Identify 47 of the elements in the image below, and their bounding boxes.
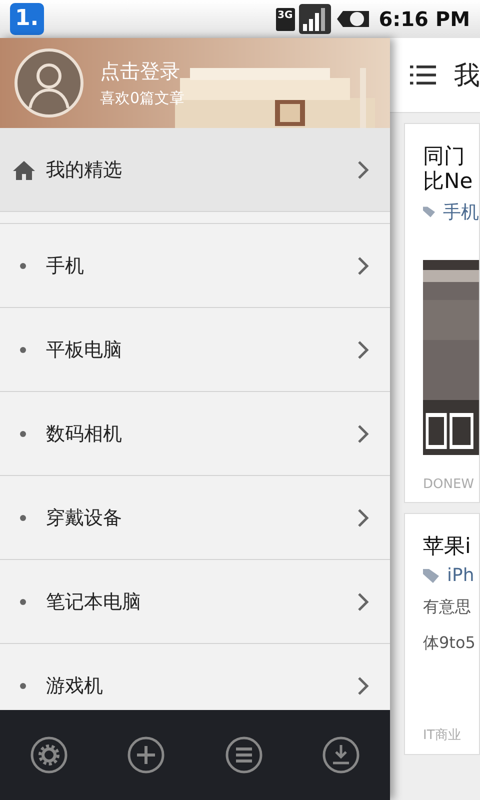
settings-button[interactable] bbox=[28, 735, 69, 775]
likes-count: 喜欢0篇文章 bbox=[100, 89, 185, 108]
excerpt-text: 体9to5 bbox=[423, 632, 476, 654]
app-badge: 1. bbox=[10, 3, 44, 35]
bullet-icon bbox=[20, 262, 26, 268]
excerpt-text: 有意思 bbox=[423, 596, 472, 618]
menu-icon[interactable] bbox=[410, 63, 436, 87]
category-item[interactable]: 穿戴设备 bbox=[0, 476, 390, 560]
bullet-icon bbox=[20, 682, 26, 688]
chevron-icon bbox=[356, 340, 370, 360]
bullet-icon bbox=[20, 598, 26, 604]
chevron-icon bbox=[356, 424, 370, 444]
chevron-icon bbox=[356, 592, 370, 612]
article-card[interactable]: 同门 比Ne 手机 DONEW bbox=[404, 123, 480, 503]
signal-icon bbox=[298, 4, 331, 34]
article-card[interactable]: 苹果i iPh 有意思 体9to5 IT商业 bbox=[404, 513, 480, 755]
category-item[interactable]: 笔记本电脑 bbox=[0, 560, 390, 644]
page-title: 我 bbox=[454, 60, 480, 92]
chevron-icon bbox=[356, 676, 370, 696]
article-title: 比Ne bbox=[423, 169, 473, 193]
home-icon bbox=[12, 160, 36, 180]
bullet-icon bbox=[20, 514, 26, 520]
clock: 6:16 PM bbox=[378, 7, 470, 31]
category-item[interactable]: 手机 bbox=[0, 224, 390, 308]
category-item[interactable]: 游戏机 bbox=[0, 644, 390, 710]
article-source: DONEW bbox=[423, 477, 476, 492]
battery-unknown-icon bbox=[336, 8, 371, 30]
article-title: 同门 bbox=[423, 144, 465, 168]
bullet-icon bbox=[20, 430, 26, 436]
add-button[interactable] bbox=[126, 735, 166, 775]
category-item[interactable]: 数码相机 bbox=[0, 392, 390, 476]
category-item[interactable]: 平板电脑 bbox=[0, 308, 390, 392]
network-indicator: 3G bbox=[276, 8, 295, 30]
list-button[interactable] bbox=[224, 735, 264, 775]
tag-icon bbox=[423, 568, 439, 582]
article-source: IT商业 bbox=[423, 727, 462, 744]
tag-link[interactable]: iPh bbox=[447, 565, 474, 586]
article-title: 苹果i bbox=[423, 534, 471, 558]
avatar-icon[interactable] bbox=[14, 48, 84, 118]
tag-link[interactable]: 手机 bbox=[443, 200, 479, 224]
download-button[interactable] bbox=[321, 735, 362, 775]
chevron-icon bbox=[356, 160, 370, 180]
tag-icon bbox=[423, 205, 435, 219]
chevron-icon bbox=[356, 508, 370, 528]
chevron-icon bbox=[356, 256, 370, 276]
featured-item[interactable]: 我的精选 bbox=[0, 128, 390, 212]
bullet-icon bbox=[20, 346, 26, 352]
